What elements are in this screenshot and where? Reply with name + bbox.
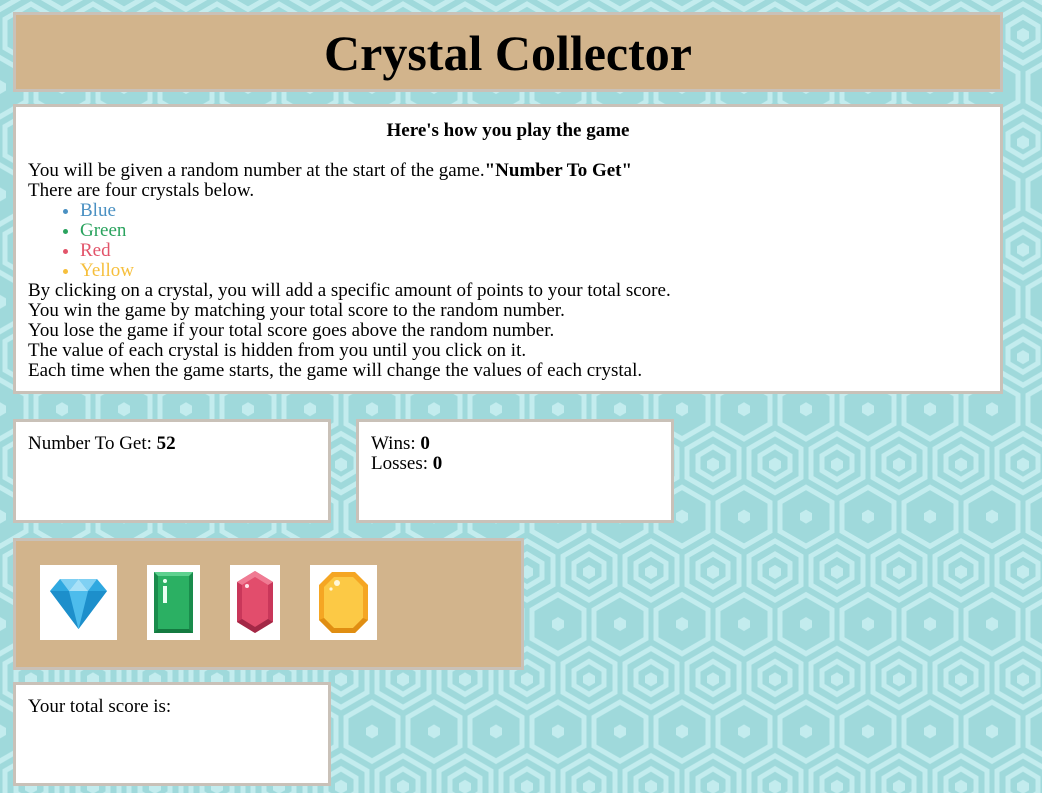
wins-row: Wins: 0 xyxy=(371,434,659,454)
number-to-get-value: 52 xyxy=(156,433,176,454)
intro-text: You will be given a random number at the… xyxy=(28,160,485,181)
rule-line: You win the game by matching your total … xyxy=(28,300,565,321)
rule-line: Each time when the game starts, the game… xyxy=(28,360,643,381)
wins-label: Wins: xyxy=(371,433,421,454)
losses-label: Losses: xyxy=(371,453,433,474)
green-emerald-icon xyxy=(154,572,193,633)
blue-crystal-button[interactable] xyxy=(40,565,117,640)
header-banner: Crystal Collector xyxy=(13,12,1003,92)
crystal-tray xyxy=(13,538,524,670)
number-to-get-panel: Number To Get: 52 xyxy=(13,419,331,523)
total-score-label: Your total score is: xyxy=(28,696,172,717)
red-crystal-button[interactable] xyxy=(230,565,280,640)
green-crystal-button[interactable] xyxy=(147,565,200,640)
rule-line: The value of each crystal is hidden from… xyxy=(28,340,527,361)
crystal-list-item-red: Red xyxy=(80,241,988,261)
wins-losses-panel: Wins: 0 Losses: 0 xyxy=(356,419,674,523)
yellow-topaz-icon xyxy=(319,572,368,633)
instructions-intro: You will be given a random number at the… xyxy=(28,161,988,181)
blue-diamond-icon xyxy=(50,579,107,629)
crystal-list-item-yellow: Yellow xyxy=(80,261,988,281)
red-ruby-icon xyxy=(237,571,273,633)
intro-bold-text: "Number To Get" xyxy=(484,160,633,181)
instructions-heading: Here's how you play the game xyxy=(386,120,630,141)
wins-value: 0 xyxy=(420,433,430,454)
losses-row: Losses: 0 xyxy=(371,454,659,474)
crystal-list-item-blue: Blue xyxy=(80,201,988,221)
rule-line: You lose the game if your total score go… xyxy=(28,320,555,341)
rule-line: By clicking on a crystal, you will add a… xyxy=(28,280,671,301)
yellow-crystal-button[interactable] xyxy=(310,565,377,640)
crystal-list-item-green: Green xyxy=(80,221,988,241)
page-title: Crystal Collector xyxy=(324,25,692,81)
instructions-panel: Here's how you play the game You will be… xyxy=(13,104,1003,394)
losses-value: 0 xyxy=(432,453,443,474)
number-to-get-label: Number To Get: xyxy=(28,433,157,454)
total-score-panel: Your total score is: xyxy=(13,682,331,786)
four-crystals-text: There are four crystals below. xyxy=(28,180,255,201)
crystal-color-list: Blue Green Red Yellow xyxy=(28,201,988,281)
